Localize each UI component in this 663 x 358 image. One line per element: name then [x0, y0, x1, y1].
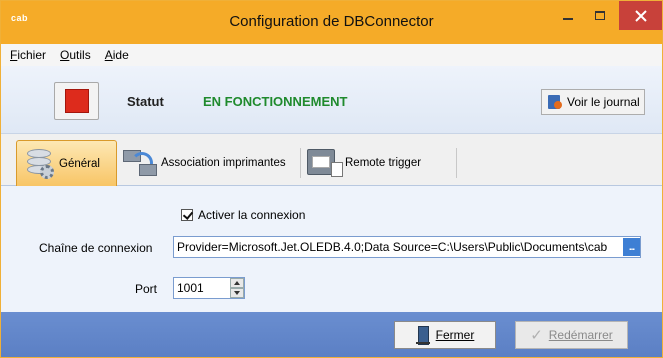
- view-log-label: Voir le journal: [567, 95, 640, 109]
- menu-outils[interactable]: Outils: [60, 48, 91, 62]
- database-gear-icon: [21, 145, 59, 183]
- tab-remote-trigger[interactable]: Remote trigger: [303, 140, 453, 186]
- general-panel: Activer la connexion Chaîne de connexion…: [1, 186, 662, 312]
- port-down-arrow-icon[interactable]: [230, 288, 244, 298]
- connection-string-field[interactable]: Provider=Microsoft.Jet.OLEDB.4.0;Data So…: [173, 236, 641, 258]
- enable-connection-label: Activer la connexion: [198, 208, 306, 222]
- log-icon: [547, 94, 563, 110]
- close-window-button[interactable]: [619, 1, 662, 30]
- checkmark-icon: ✓: [530, 327, 543, 344]
- menu-bar: Fichier Outils Aide: [1, 44, 662, 66]
- enable-connection-checkbox[interactable]: [181, 209, 193, 221]
- title-bar[interactable]: cab Configuration de DBConnector: [1, 1, 662, 44]
- status-panel: Statut EN FONCTIONNEMENT Voir le journal: [1, 66, 662, 134]
- status-label: Statut: [127, 94, 164, 109]
- tab-association-imprimantes[interactable]: Association imprimantes: [121, 140, 299, 186]
- restart-button-label: Redémarrer: [548, 328, 613, 342]
- exit-door-icon: [415, 326, 430, 345]
- view-log-button[interactable]: Voir le journal: [541, 89, 645, 115]
- maximize-icon: [595, 11, 605, 20]
- tab-association-label: Association imprimantes: [161, 157, 286, 169]
- maximize-button[interactable]: [586, 1, 614, 30]
- printer-remote-icon: [303, 144, 345, 182]
- close-button-label: Fermer: [435, 328, 475, 342]
- tab-general-label: Général: [59, 157, 100, 170]
- tab-strip: Général Association imprimantes Remote t…: [1, 134, 662, 186]
- enable-connection-row[interactable]: Activer la connexion: [181, 208, 305, 222]
- close-icon: [635, 9, 647, 22]
- dbconnector-window: cab Configuration de DBConnector Fichier…: [0, 0, 663, 358]
- close-button[interactable]: Fermer: [394, 321, 496, 349]
- stop-icon: [64, 89, 89, 113]
- connection-string-browse-button[interactable]: ...: [623, 238, 640, 256]
- tab-divider: [456, 148, 457, 178]
- port-up-arrow-icon[interactable]: [230, 278, 244, 288]
- minimize-icon: [563, 17, 573, 20]
- tab-general[interactable]: Général: [16, 140, 117, 186]
- status-value: EN FONCTIONNEMENT: [203, 94, 348, 109]
- menu-fichier[interactable]: Fichier: [10, 48, 46, 62]
- tab-divider: [300, 148, 301, 178]
- minimize-button[interactable]: [554, 1, 582, 30]
- stop-service-button[interactable]: [54, 82, 99, 120]
- menu-aide[interactable]: Aide: [105, 48, 129, 62]
- connection-string-label: Chaîne de connexion: [39, 241, 153, 255]
- tab-remote-label: Remote trigger: [345, 157, 422, 169]
- printers-sync-icon: [121, 144, 161, 182]
- footer-bar: Fermer ✓ Redémarrer: [1, 312, 662, 357]
- port-label: Port: [135, 282, 158, 296]
- restart-button[interactable]: ✓ Redémarrer: [515, 321, 628, 349]
- port-stepper[interactable]: [230, 278, 244, 298]
